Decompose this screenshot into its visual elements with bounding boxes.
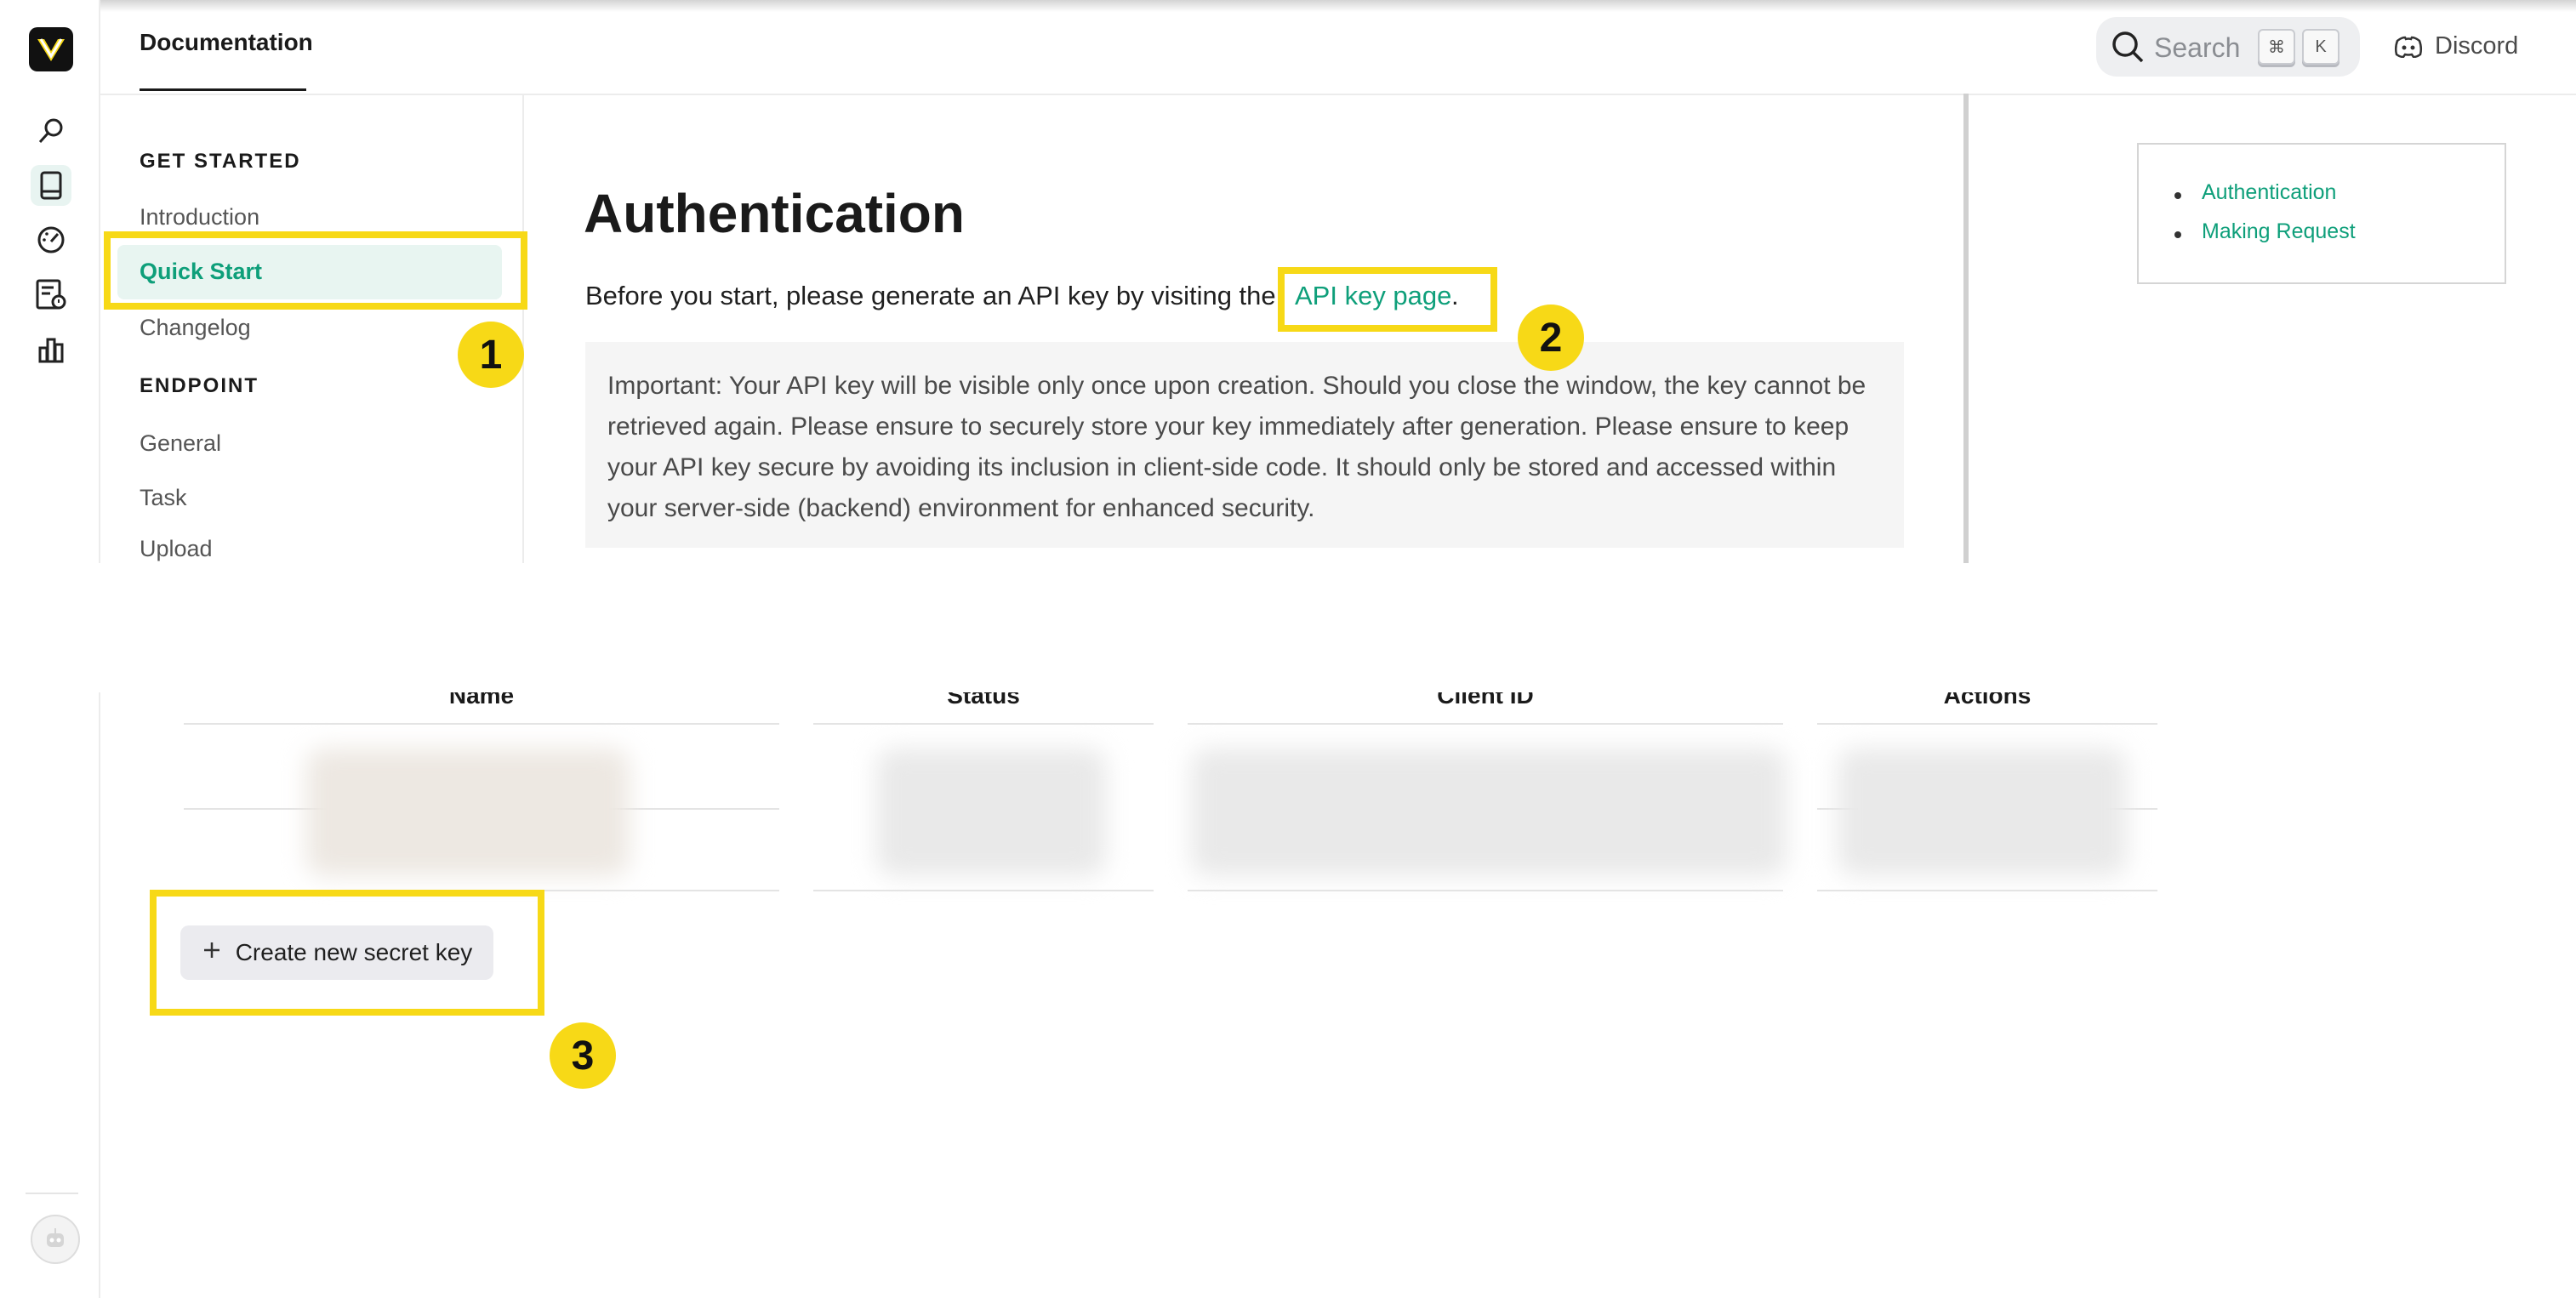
screenshot-gap (0, 563, 2576, 692)
toc-link-authentication[interactable]: Authentication (2202, 180, 2336, 205)
table-divider (1817, 723, 2157, 725)
page-title: Authentication (584, 183, 965, 244)
highlight-box-quick-start (104, 231, 527, 310)
redacted-client-id-cell (1191, 749, 1787, 876)
sidebar-heading-get-started: GET STARTED (140, 150, 301, 173)
table-divider (813, 723, 1154, 725)
table-divider (1188, 890, 1783, 891)
content-divider (1963, 94, 1969, 563)
column-header-label: Name (448, 692, 515, 709)
table-of-contents (2137, 143, 2506, 284)
intro-text: Before you start, please generate an API… (585, 281, 1276, 310)
active-tab-indicator (140, 88, 306, 91)
sidebar-heading-endpoint: ENDPOINT (140, 374, 259, 397)
sidebar-border (522, 94, 524, 563)
redacted-actions-cell (1838, 749, 2127, 876)
table-divider (1188, 723, 1783, 725)
column-header-status: Status (813, 692, 1154, 711)
highlight-box-create-key (150, 890, 544, 1016)
sidebar-item-task[interactable]: Task (140, 485, 187, 511)
discord-icon (2394, 36, 2423, 62)
important-note-text: Important: Your API key will be visible … (607, 372, 1866, 522)
column-header-label: Status (947, 692, 1020, 709)
bullet-icon (2174, 231, 2181, 238)
highlight-box-api-key-link (1278, 267, 1497, 332)
search-placeholder: Search (2154, 32, 2241, 63)
book-icon[interactable] (31, 165, 71, 206)
annotation-badge-2: 2 (1518, 305, 1584, 371)
avatar[interactable] (31, 1215, 80, 1264)
column-header-client-id: Client ID (1188, 692, 1783, 711)
app-logo[interactable] (29, 27, 73, 71)
column-header-label: Actions (1943, 692, 2032, 709)
annotation-badge-3: 3 (550, 1022, 616, 1089)
task-list-icon[interactable] (31, 274, 71, 315)
sidebar-item-general[interactable]: General (140, 430, 221, 457)
redacted-status-cell (876, 749, 1106, 876)
shortcut-cmd-key: ⌘ (2258, 29, 2295, 65)
bar-chart-icon[interactable] (31, 328, 71, 369)
table-divider (813, 890, 1154, 891)
redacted-name-cell (306, 749, 630, 876)
sidebar-item-changelog[interactable]: Changelog (140, 315, 251, 341)
discord-link[interactable]: Discord (2435, 32, 2518, 60)
tab-documentation[interactable]: Documentation (140, 29, 313, 56)
table-divider (184, 723, 779, 725)
column-header-actions: Actions (1817, 692, 2157, 711)
shortcut-k-key: K (2302, 29, 2339, 65)
dashboard-gauge-icon[interactable] (31, 219, 71, 260)
search-icon (2110, 29, 2146, 69)
rail-divider (26, 1193, 78, 1194)
column-header-label: Client ID (1437, 692, 1534, 709)
column-header-name: Name (184, 692, 779, 711)
sidebar-item-label: Upload (140, 536, 213, 561)
search-icon[interactable] (31, 111, 71, 151)
bullet-icon (2174, 192, 2181, 199)
toc-link-making-request[interactable]: Making Request (2202, 219, 2356, 244)
sidebar-item-upload[interactable]: Upload (140, 536, 310, 563)
annotation-badge-1: 1 (458, 322, 524, 388)
sidebar-item-introduction[interactable]: Introduction (140, 204, 259, 231)
table-divider (1817, 890, 2157, 891)
